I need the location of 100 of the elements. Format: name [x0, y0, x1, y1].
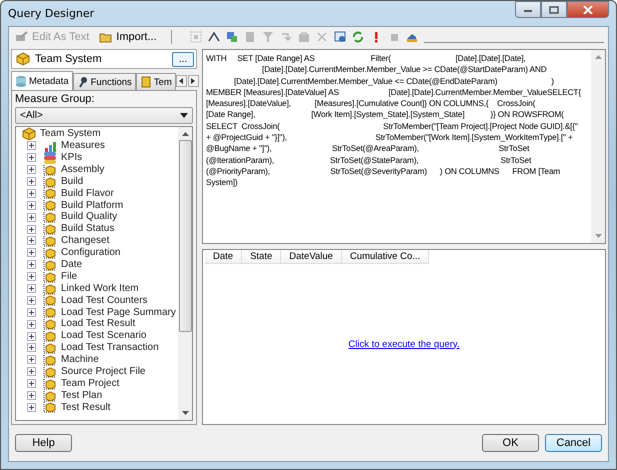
scrollbar[interactable]: [178, 127, 192, 420]
expand-icon[interactable]: [27, 272, 36, 282]
left-arrow-icon: [179, 78, 184, 84]
cube-name: Team System: [35, 53, 103, 65]
caret-icon[interactable]: [208, 31, 220, 43]
tree-item[interactable]: Source Project File: [61, 366, 146, 378]
column-header[interactable]: DateValue: [281, 250, 342, 264]
scroll-left-button[interactable]: [176, 74, 187, 86]
dimension-icon: [43, 199, 57, 212]
dimension-icon: [43, 378, 57, 390]
measure-group-dropdown[interactable]: <All>: [15, 107, 193, 124]
dimension-icon: [43, 164, 57, 176]
tree-item[interactable]: Configuration: [61, 247, 120, 259]
expand-icon[interactable]: [27, 367, 36, 376]
chart-icon[interactable]: [406, 31, 418, 43]
scroll-up-icon[interactable]: [182, 132, 188, 136]
close-button[interactable]: [567, 1, 609, 18]
column-header[interactable]: Cumulative Co...: [342, 250, 430, 264]
refresh-icon[interactable]: [352, 31, 364, 43]
query-line: (@PriorityParam), StrToSet(@SeverityParam) ) ON COLUMNS FROM [Team: [206, 166, 562, 178]
tree-item[interactable]: Date: [61, 258, 82, 270]
tree-item[interactable]: File: [61, 270, 78, 282]
execute-query-link[interactable]: Click to execute the query.: [348, 338, 460, 350]
tree-item[interactable]: Changeset: [61, 235, 110, 247]
expand-icon[interactable]: [27, 296, 36, 305]
expand-icon[interactable]: [27, 200, 36, 210]
tree-item[interactable]: Build: [61, 176, 84, 188]
dropdown-arrow-icon: [180, 113, 188, 118]
expand-icon[interactable]: [27, 343, 36, 352]
tree-item[interactable]: Test Result: [61, 402, 110, 414]
scroll-thumb[interactable]: [178, 140, 192, 332]
expand-icon[interactable]: [27, 248, 36, 258]
query-line: [Date].[Date].CurrentMember.Member_Value >= CDate(@StartDateParam) AND: [261, 64, 548, 76]
query-line: [Measures].[DateValue], [Measures].[Cumulative Count]} ON COLUMNS,{ CrossJoin(: [206, 98, 536, 110]
dimension-icon: [43, 176, 57, 188]
expand-icon[interactable]: [27, 177, 36, 186]
expand-icon[interactable]: [27, 141, 36, 150]
tree-item[interactable]: Load Test Page Summary: [61, 306, 176, 318]
maximize-button[interactable]: [541, 1, 567, 18]
tree-item[interactable]: Load Test Transaction: [61, 342, 159, 354]
tree-item[interactable]: Team Project: [61, 378, 120, 390]
expand-icon[interactable]: [27, 284, 36, 294]
panel-tab[interactable]: Tem: [136, 73, 176, 90]
tree-item[interactable]: Build Platform: [61, 200, 124, 212]
tree-item[interactable]: KPIs: [61, 152, 82, 164]
expand-icon[interactable]: [27, 224, 36, 234]
measure-group-label: Measure Group:: [15, 93, 96, 106]
tree-item[interactable]: Test Plan: [61, 390, 102, 402]
expand-icon[interactable]: [27, 236, 36, 246]
help-button[interactable]: Help: [15, 434, 72, 452]
tree-item[interactable]: Build Quality: [61, 211, 118, 223]
browse-button[interactable]: ...: [172, 52, 194, 66]
expand-icon[interactable]: [27, 260, 36, 270]
dimension-icon: [43, 187, 57, 200]
column-header[interactable]: State: [242, 250, 282, 264]
tree-item[interactable]: Load Test Counters: [61, 294, 148, 306]
query-line: [Date Range], [Work Item].[System_State].[System_State] )} ON ROWSFROM(: [206, 109, 565, 121]
tree-item[interactable]: Measures: [61, 140, 105, 152]
expand-icon[interactable]: [27, 153, 36, 162]
expand-icon[interactable]: [27, 332, 36, 341]
tree-item[interactable]: Build Status: [61, 223, 114, 235]
minimize-button[interactable]: [515, 1, 541, 18]
toolbar-button[interactable]: Import...: [97, 31, 159, 43]
expand-icon[interactable]: [27, 379, 36, 388]
pin-icon: [76, 76, 89, 88]
tree-item[interactable]: Build Flavor: [61, 188, 114, 200]
panel-tab[interactable]: Functions: [72, 73, 136, 90]
document-icon: [140, 76, 152, 88]
ok-button[interactable]: OK: [482, 434, 539, 452]
tree-item[interactable]: Team System: [40, 128, 101, 140]
tree-item[interactable]: Load Test Result: [61, 318, 136, 330]
database-icon: [15, 75, 27, 87]
dimension-icon: [43, 211, 57, 224]
squares-icon[interactable]: [226, 31, 238, 43]
maximize-icon: [549, 6, 559, 14]
expand-icon[interactable]: [27, 320, 36, 329]
cancel-button[interactable]: Cancel: [545, 434, 602, 452]
expand-icon[interactable]: [27, 308, 36, 317]
expand-icon[interactable]: [27, 391, 36, 400]
tree-item[interactable]: Linked Work Item: [61, 282, 139, 294]
scroll-down-icon[interactable]: [182, 411, 188, 415]
expand-icon[interactable]: [27, 212, 36, 222]
expand-icon[interactable]: [27, 402, 36, 412]
panel-tab[interactable]: Metadata: [11, 71, 73, 90]
tree-item[interactable]: Assembly: [61, 164, 104, 176]
pencil-icon: [15, 31, 29, 43]
window-icon[interactable]: [334, 31, 346, 43]
expand-icon[interactable]: [27, 165, 36, 174]
query-editor[interactable]: [202, 49, 606, 244]
tree-item[interactable]: Machine: [61, 354, 99, 366]
stack-icon: [43, 152, 57, 164]
expand-icon[interactable]: [27, 188, 36, 198]
tree-item[interactable]: Load Test Scenario: [61, 330, 146, 342]
query-line: MEMBER [Measures].[DateValue] AS [Date].[Date].CurrentMember.Member_ValueSELECT{: [206, 86, 582, 98]
dimension-icon: [43, 318, 57, 330]
column-header[interactable]: Date: [205, 250, 242, 264]
dimension-icon: [43, 306, 57, 318]
expand-icon[interactable]: [27, 355, 36, 364]
scroll-right-button[interactable]: [188, 74, 199, 86]
dimension-icon: [43, 223, 57, 236]
